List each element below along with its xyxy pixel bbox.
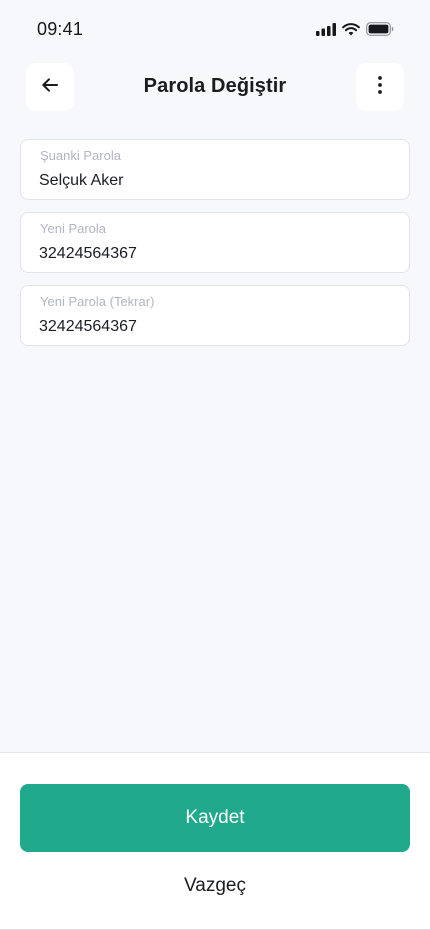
bottom-action-bar: Kaydet Vazgeç [0, 752, 430, 930]
more-vertical-icon [377, 75, 383, 100]
battery-icon [366, 22, 394, 36]
password-form: Şuanki Parola Yeni Parola Yeni Parola (T… [20, 139, 410, 358]
change-password-screen: 09:41 Parola Değiştir Şuanki Parola Selç… [0, 0, 430, 930]
confirm-password-input[interactable] [39, 315, 389, 339]
status-bar: 09:41 [0, 0, 430, 60]
status-time: 09:41 [37, 19, 84, 39]
new-password-field[interactable]: Yeni Parola [20, 212, 410, 273]
confirm-password-field[interactable]: Yeni Parola (Tekrar) [20, 285, 410, 346]
new-password-label: Yeni Parola [40, 221, 107, 236]
header: Parola Değiştir [0, 63, 430, 111]
current-password-label: Şuanki Parola [40, 148, 121, 163]
more-options-button[interactable] [356, 63, 404, 111]
save-button[interactable]: Kaydet [20, 784, 410, 852]
cancel-button[interactable]: Vazgeç [155, 875, 275, 897]
confirm-password-label: Yeni Parola (Tekrar) [40, 294, 155, 309]
current-password-field[interactable]: Şuanki Parola [20, 139, 410, 200]
new-password-input[interactable] [39, 242, 389, 266]
status-icons [316, 21, 394, 37]
signal-icon [316, 22, 336, 36]
wifi-icon [342, 22, 360, 36]
current-password-input[interactable] [39, 169, 389, 193]
